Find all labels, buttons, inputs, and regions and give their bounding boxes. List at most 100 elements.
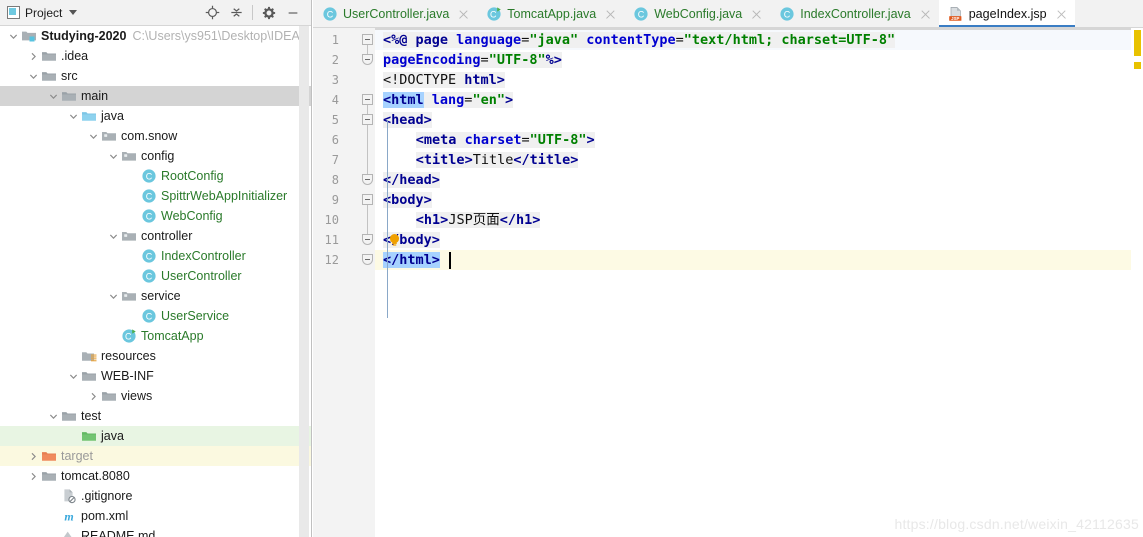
tree-node[interactable]: java [0,106,311,126]
tree-node[interactable]: C IndexController [0,246,311,266]
chevron-down-icon[interactable] [66,106,80,126]
chevron-down-icon[interactable] [6,26,20,46]
svg-text:C: C [145,171,152,181]
editor-tab[interactable]: C IndexController.java [770,0,939,27]
tree-node[interactable]: java [0,426,311,446]
project-title-group[interactable]: Project [0,6,78,20]
collapse-all-icon[interactable] [224,2,248,24]
fold-marker[interactable] [362,194,373,205]
code-line[interactable]: </head> [375,170,1143,190]
fold-marker[interactable] [362,114,373,125]
tree-node-label: controller [141,229,193,243]
tree-node[interactable]: views [0,386,311,406]
tree-node[interactable]: m pom.xml [0,506,311,526]
tree-node[interactable]: target [0,446,311,466]
chevron-down-icon[interactable] [106,286,120,306]
folder-icon [40,48,57,64]
tree-node[interactable]: C RootConfig [0,166,311,186]
editor-marker[interactable] [1134,30,1141,56]
code-token: html> [464,72,505,88]
chevron-down-icon[interactable] [46,406,60,426]
code-line[interactable]: </body> [375,230,1143,250]
code-editor[interactable]: 1 2 3 4 5 6 7 8 9 10 11 12 <%@ page language="java"… [313,28,1143,537]
code-line[interactable]: <h1>JSP页面</h1> [375,210,1143,230]
tree-node[interactable]: .idea [0,46,311,66]
gear-icon[interactable] [257,2,281,24]
chevron-down-icon[interactable] [46,86,60,106]
close-icon[interactable] [604,8,617,21]
chevron-down-icon[interactable] [26,66,40,86]
tree-node[interactable]: C TomcatApp [0,326,311,346]
chevron-down-icon[interactable] [69,10,78,15]
close-icon[interactable] [1055,8,1068,21]
chevron-right-icon[interactable] [26,466,40,486]
tree-node[interactable]: Studying-2020 C:\Users\ys951\Desktop\IDEA… [0,26,311,46]
svg-text:C: C [327,9,334,19]
tree-node-label: pom.xml [81,509,129,523]
tree-node[interactable]: src [0,66,311,86]
tree-node[interactable]: resources [0,346,311,366]
tree-node[interactable]: tomcat.8080 [0,466,311,486]
tree-node[interactable]: service [0,286,311,306]
chevron-down-icon[interactable] [106,226,120,246]
code-line[interactable]: <title>Title</title> [375,150,1143,170]
tree-node[interactable]: .gitignore [0,486,311,506]
editor-tab[interactable]: C UserController.java [313,0,478,27]
minimize-icon[interactable] [281,2,305,24]
project-icon [7,6,20,19]
tree-node[interactable]: main [0,86,311,106]
package-icon [120,288,137,304]
code-line[interactable]: <html lang="en"> [375,90,1143,110]
error-marker-rail[interactable] [1131,28,1143,537]
chevron-right-icon[interactable] [26,446,40,466]
chevron-right-icon[interactable] [26,46,40,66]
code-line[interactable]: <%@ page language="java" contentType="te… [375,30,1143,50]
lightbulb-icon[interactable] [388,233,401,247]
code-line[interactable]: <body> [375,190,1143,210]
fold-marker-rail[interactable] [361,28,375,537]
java-class-icon: C [322,6,338,22]
chevron-right-icon[interactable] [86,386,100,406]
code-token: "en" [472,92,505,108]
markdown-file-icon [60,528,77,537]
tree-node[interactable]: controller [0,226,311,246]
editor-tab[interactable]: C WebConfig.java [624,0,771,27]
module-folder-icon [20,28,37,44]
tree-node[interactable]: C UserService [0,306,311,326]
fold-marker[interactable] [362,94,373,105]
fold-marker[interactable] [362,174,373,185]
tree-node[interactable]: C WebConfig [0,206,311,226]
tree-arrow-placeholder [126,266,140,286]
project-tree-scrollbar[interactable] [299,26,309,537]
locate-icon[interactable] [200,2,224,24]
editor-tab[interactable]: C TomcatApp.java [477,0,625,27]
editor-marker[interactable] [1134,62,1141,69]
code-line[interactable]: </html> [375,250,1143,270]
code-text-area[interactable]: <%@ page language="java" contentType="te… [375,28,1143,537]
fold-marker[interactable] [362,54,373,65]
code-token: lang [431,92,465,108]
fold-marker[interactable] [362,34,373,45]
tree-node[interactable]: C UserController [0,266,311,286]
tree-node[interactable]: config [0,146,311,166]
code-line[interactable]: <head> [375,110,1143,130]
close-icon[interactable] [457,8,470,21]
tree-node[interactable]: README.md [0,526,311,537]
editor-tab-label: pageIndex.jsp [968,7,1047,21]
code-line[interactable]: <!DOCTYPE html> [375,70,1143,90]
chevron-down-icon[interactable] [106,146,120,166]
code-line[interactable]: pageEncoding="UTF-8"%> [375,50,1143,70]
fold-marker[interactable] [362,234,373,245]
tree-node[interactable]: WEB-INF [0,366,311,386]
tree-node[interactable]: com.snow [0,126,311,146]
code-line[interactable]: <meta charset="UTF-8"> [375,130,1143,150]
project-tree[interactable]: Studying-2020 C:\Users\ys951\Desktop\IDEA… [0,26,311,537]
tree-node[interactable]: C SpittrWebAppInitializer [0,186,311,206]
fold-marker[interactable] [362,254,373,265]
close-icon[interactable] [919,8,932,21]
close-icon[interactable] [750,8,763,21]
chevron-down-icon[interactable] [66,366,80,386]
tree-node[interactable]: test [0,406,311,426]
chevron-down-icon[interactable] [86,126,100,146]
editor-tab[interactable]: JSP pageIndex.jsp [938,0,1075,27]
